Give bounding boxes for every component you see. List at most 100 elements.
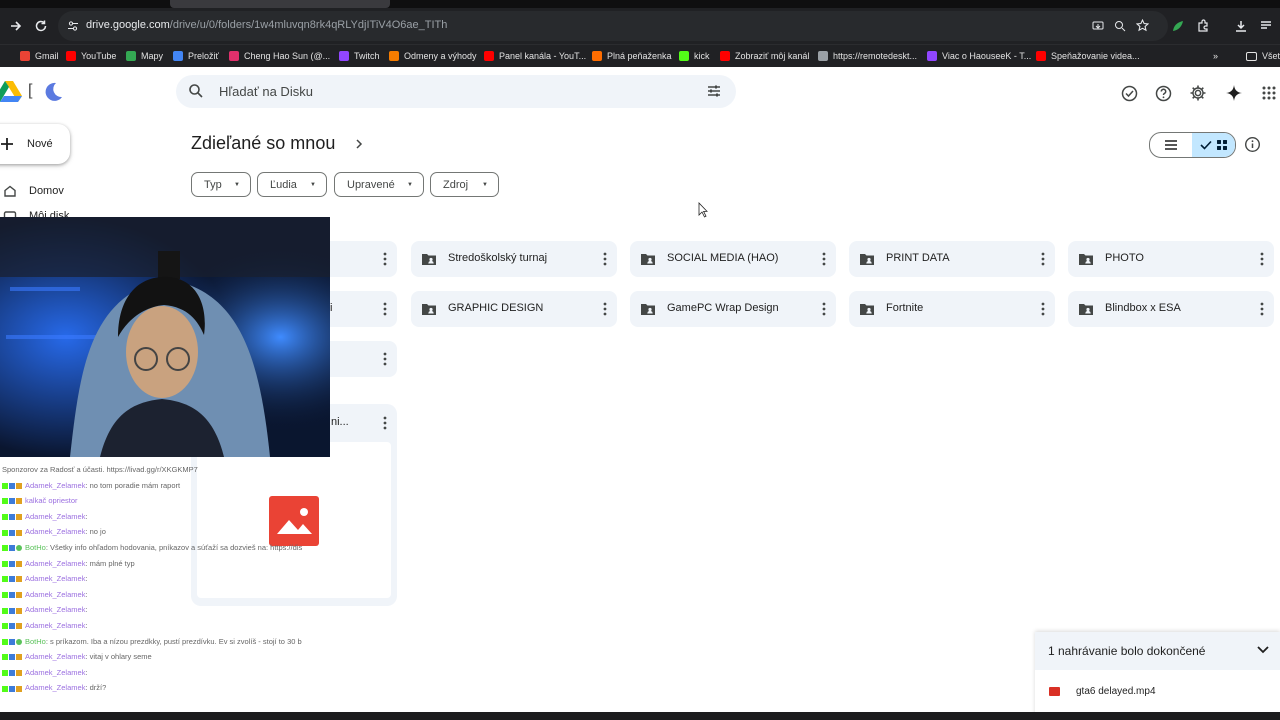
kick-icon [679,51,689,61]
new-button[interactable]: Nové [0,124,70,164]
bookmark-star-icon[interactable] [1136,19,1149,32]
offline-ready-icon[interactable] [1118,82,1140,104]
chat-username: Adamek_Zelamek [25,527,86,537]
bookmark-youtube[interactable]: YouTube [66,49,116,63]
address-bar[interactable]: drive.google.com/drive/u/0/folders/1w4ml… [58,11,1168,41]
bookmark-label: Twitch [354,51,380,61]
more-options-icon[interactable] [383,352,387,366]
filter-chip-type[interactable]: Typ ▼ [191,172,251,197]
bookmarks-overflow-button[interactable]: » [1213,49,1218,63]
drive-title-fragment: [ [28,82,33,99]
chat-text: : [85,574,88,584]
folder-card[interactable]: PRINT DATA [849,241,1055,277]
filter-chip-source[interactable]: Zdroj ▼ [430,172,499,197]
settings-gear-icon[interactable] [1187,82,1209,104]
grid-view-button[interactable] [1192,133,1235,157]
more-options-icon[interactable] [383,252,387,266]
more-options-icon[interactable] [603,252,607,266]
bookmark-kick[interactable]: kick [679,49,710,63]
chat-badges-icon [2,571,23,586]
folder-card[interactable]: Blindbox x ESA [1068,291,1274,327]
more-options-icon[interactable] [383,416,387,430]
chat-message: Adamek_Zelamek: no jo [2,524,302,540]
bookmark-prelozit[interactable]: Preložiť [173,49,219,63]
bookmark-spenazovanie[interactable]: Speňažovanie videa... [1036,49,1140,63]
bookmark-plna-penazenka[interactable]: Plná peňaženka [592,49,672,63]
info-icon[interactable] [1244,136,1261,153]
youtube-studio-icon [484,51,494,61]
bookmark-remotedesktop[interactable]: https://remotedeskt... [818,49,917,63]
more-options-icon[interactable] [1041,302,1045,316]
chat-message: BotHo: s príkazom. Iba a nízou prezdkky,… [2,634,302,650]
sidebar-item-home[interactable]: Domov [0,182,64,200]
other-bookmarks[interactable]: Všetk [1246,49,1280,63]
bookmark-odmeny[interactable]: Odmeny a výhody [389,49,477,63]
chat-badges-icon [2,493,23,508]
more-options-icon[interactable] [1260,252,1264,266]
more-options-icon[interactable] [822,252,826,266]
filter-chip-modified[interactable]: Upravené ▼ [334,172,424,197]
more-options-icon[interactable] [1260,302,1264,316]
folder-card[interactable]: GamePC Wrap Design [630,291,836,327]
bookmark-twitch[interactable]: Twitch [339,49,380,63]
gemini-sparkle-icon[interactable] [1223,82,1245,104]
list-view-button[interactable] [1150,133,1192,157]
install-app-icon[interactable] [1092,20,1104,32]
shared-folder-icon [860,304,874,315]
chevron-down-icon[interactable] [1256,645,1270,655]
site-settings-icon[interactable] [67,20,79,32]
folder-card[interactable]: GRAPHIC DESIGN [411,291,617,327]
chat-badges-icon [2,587,23,602]
view-toggle[interactable] [1149,132,1236,158]
chat-username: Adamek_Zelamek [25,589,86,599]
forward-icon[interactable] [4,14,28,38]
more-options-icon[interactable] [1041,252,1045,266]
extension-leaf-icon[interactable] [1166,14,1190,38]
help-icon[interactable] [1152,82,1174,104]
folder-name: PRINT DATA [886,252,950,264]
chat-text: : [85,620,88,630]
chat-message: Sponzorov za Radosť a účasti. https://li… [2,462,302,478]
apps-grid-icon[interactable] [1258,82,1280,104]
drive-search-bar[interactable]: Hľadať na Disku [176,75,736,108]
folder-name: Blindbox x ESA [1105,302,1181,314]
upload-panel-header[interactable]: 1 nahrávanie bolo dokončené [1035,632,1280,670]
more-options-icon[interactable] [603,302,607,316]
folder-card[interactable]: SOCIAL MEDIA (HAO) [630,241,836,277]
bookmark-haouseek[interactable]: Viac o HaouseeK - T... [927,49,1031,63]
search-input[interactable]: Hľadať na Disku [219,84,313,99]
downloads-icon[interactable] [1229,14,1253,38]
bookmark-instagram[interactable]: Cheng Hao Sun (@... [229,49,330,63]
folder-card[interactable]: Fortnite [849,291,1055,327]
search-options-icon[interactable] [706,83,722,99]
drive-logo-icon[interactable] [0,80,22,102]
more-options-icon[interactable] [383,302,387,316]
uploaded-file-row[interactable]: gta6 delayed.mp4 [1049,686,1156,697]
bookmark-zobrazit-kanal[interactable]: Zobraziť môj kanál [720,49,809,63]
chat-text: : vitaj v ohlary seme [85,652,152,662]
chevron-right-icon[interactable] [353,136,365,152]
dropdown-arrow-icon: ▼ [310,181,316,188]
twitch-icon [927,51,937,61]
bookmark-mapy[interactable]: Mapy [126,49,163,63]
chat-username: Adamek_Zelamek [25,652,86,662]
filter-chip-people[interactable]: Ľudia ▼ [257,172,327,197]
chat-message: Adamek_Zelamek: [2,602,302,618]
dropdown-arrow-icon: ▼ [407,181,413,188]
browser-tab-active[interactable] [170,0,390,8]
chat-message: Adamek_Zelamek: vitaj v ohlary seme [2,649,302,665]
reading-list-icon[interactable] [1254,14,1278,38]
reload-icon[interactable] [29,14,53,38]
chat-badges-icon [2,509,23,524]
folder-name: Stredoškolský turnaj [448,252,548,264]
more-options-icon[interactable] [822,302,826,316]
extensions-puzzle-icon[interactable] [1191,14,1215,38]
upload-panel-title: 1 nahrávanie bolo dokončené [1048,644,1206,658]
search-icon[interactable] [188,83,204,99]
gmail-icon [20,51,30,61]
folder-card[interactable]: PHOTO [1068,241,1274,277]
zoom-icon[interactable] [1114,20,1126,32]
bookmark-gmail[interactable]: Gmail [20,49,59,63]
folder-card[interactable]: Stredoškolský turnaj [411,241,617,277]
bookmark-panel-kanala[interactable]: Panel kanála - YouT... [484,49,586,63]
